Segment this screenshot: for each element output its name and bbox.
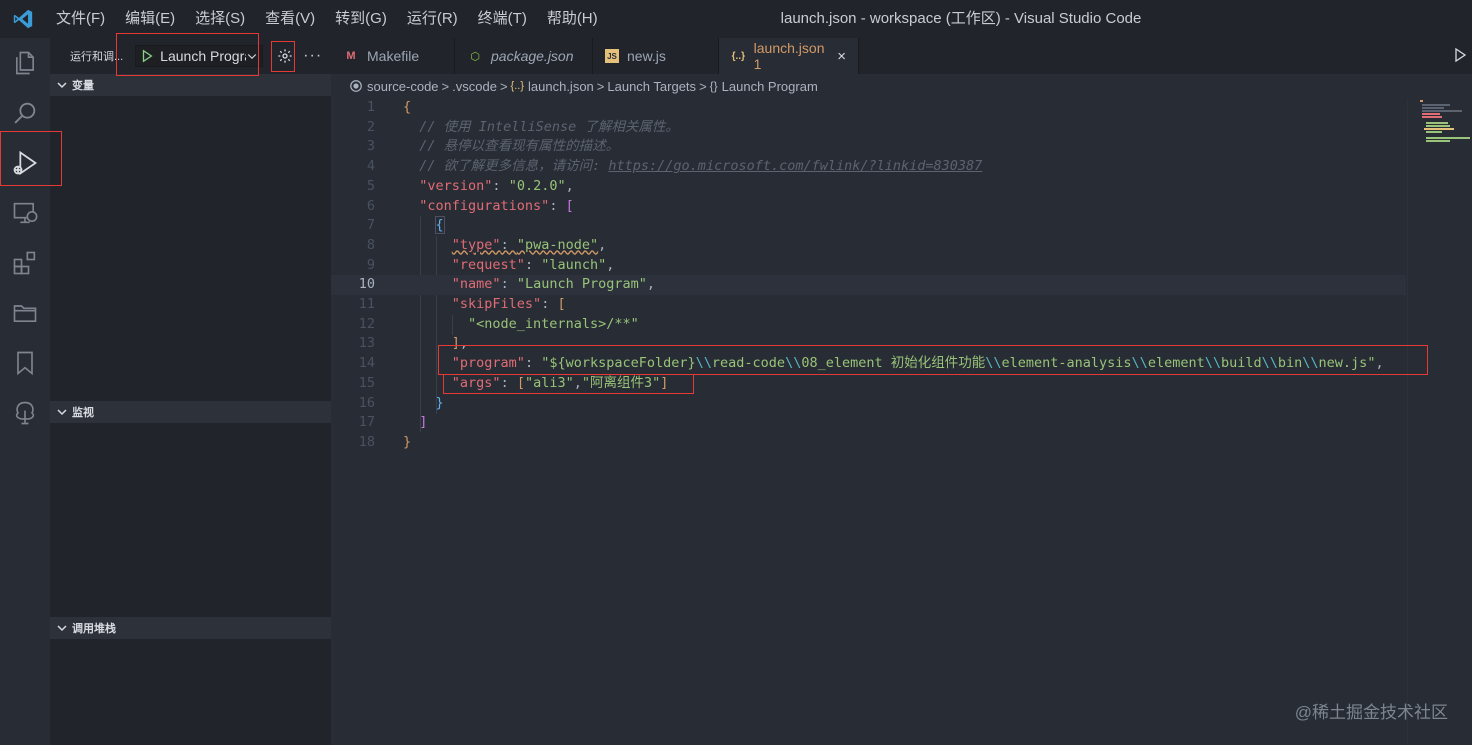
activity-bar <box>0 38 50 745</box>
extensions-icon[interactable] <box>0 238 50 288</box>
vscode-logo-icon <box>0 0 46 38</box>
run-debug-icon[interactable] <box>0 138 50 188</box>
breadcrumb-sep: > <box>596 78 605 94</box>
menu-goto[interactable]: 转到(G) <box>325 0 397 38</box>
tree-icon[interactable] <box>0 388 50 438</box>
menu-bar: 文件(F) 编辑(E) 选择(S) 查看(V) 转到(G) 运行(R) 终端(T… <box>46 0 608 38</box>
breadcrumb-item[interactable]: Launch Program <box>722 79 818 94</box>
tab-label: launch.json 1 <box>753 40 825 72</box>
menu-edit[interactable]: 编辑(E) <box>115 0 185 38</box>
chevron-down-icon <box>57 82 67 89</box>
search-icon[interactable] <box>0 88 50 138</box>
chevron-down-icon <box>57 625 67 632</box>
breadcrumb-item[interactable]: launch.json <box>528 79 594 94</box>
watermark: @稀土掘金技术社区 <box>1294 703 1448 722</box>
gear-icon[interactable] <box>275 46 295 66</box>
docs-link[interactable]: https://go.microsoft.com/fwlink/?linkid=… <box>608 158 982 174</box>
tab-label: Makefile <box>367 48 420 64</box>
breadcrumb-item[interactable]: source-code <box>367 79 439 94</box>
breadcrumb-item[interactable]: Launch Targets <box>607 79 696 94</box>
code-line: 5 "version": "0.2.0", <box>366 177 574 194</box>
menu-run[interactable]: 运行(R) <box>397 0 468 38</box>
code-line: 8 "type": "pwa-node", <box>366 236 607 253</box>
code-line: 16 } <box>358 394 444 411</box>
menu-selection[interactable]: 选择(S) <box>185 0 255 38</box>
menu-view[interactable]: 查看(V) <box>255 0 325 38</box>
section-watch[interactable]: 监视 <box>50 401 331 423</box>
json-icon: {..} <box>731 50 745 62</box>
code-line: 11 "skipFiles": [ <box>358 296 566 312</box>
sidebar-header: 运行和调... Launch Program ··· <box>50 38 331 74</box>
code-line: 7 { <box>366 216 445 235</box>
tab-makefile[interactable]: M Makefile <box>331 38 455 74</box>
code-line: 14 "program": "${workspaceFolder}\\read-… <box>358 355 1384 372</box>
watch-panel <box>50 423 331 617</box>
code-line: 17 ] <box>358 414 428 431</box>
folder-icon[interactable] <box>0 288 50 338</box>
variables-panel <box>50 96 331 401</box>
code-line: 18} <box>358 433 412 450</box>
code-editor[interactable]: 1{ 2 // 使用 IntelliSense 了解相关属性。 3 // 悬停以… <box>331 98 1472 745</box>
target-icon <box>350 80 362 92</box>
tab-launch-json[interactable]: {..} launch.json 1 × <box>719 38 859 74</box>
breadcrumb: source-code > .vscode > {..} launch.json… <box>331 74 1472 98</box>
code-line: 2 // 使用 IntelliSense 了解相关属性。 <box>366 118 679 135</box>
breadcrumb-sep: > <box>441 78 450 94</box>
run-file-icon[interactable] <box>1452 47 1468 63</box>
tab-label: package.json <box>491 48 574 64</box>
code-line: 13 ], <box>358 335 469 352</box>
explorer-icon[interactable] <box>0 38 50 88</box>
call-stack-panel <box>50 639 331 745</box>
breadcrumb-sep: > <box>699 78 707 94</box>
menu-help[interactable]: 帮助(H) <box>537 0 608 38</box>
minimap[interactable] <box>1407 98 1472 745</box>
close-icon[interactable]: × <box>837 48 846 65</box>
more-actions-button[interactable]: ··· <box>303 47 322 65</box>
tab-new-js[interactable]: JS new.js <box>593 38 719 74</box>
tab-label: new.js <box>627 48 666 64</box>
menu-terminal[interactable]: 终端(T) <box>468 0 537 38</box>
chevron-down-icon <box>248 54 257 60</box>
section-watch-label: 监视 <box>72 407 94 419</box>
launch-config-select[interactable]: Launch Program <box>135 45 264 67</box>
breadcrumb-sep: > <box>499 78 508 94</box>
code-line-current: 10 "name": "Launch Program", <box>331 275 1406 295</box>
menu-file[interactable]: 文件(F) <box>46 0 115 38</box>
code-line: 6 "configurations": [ <box>366 197 574 214</box>
javascript-icon: JS <box>605 49 619 63</box>
object-icon: {} <box>709 79 718 93</box>
sidebar-title: 运行和调... <box>70 51 124 63</box>
section-variables-label: 变量 <box>72 80 94 92</box>
makefile-icon: M <box>346 50 356 62</box>
debug-sidebar: 运行和调... Launch Program ··· 变量 监视 调用堆栈 <box>50 38 331 745</box>
launch-config-label: Launch Program <box>160 48 246 64</box>
breadcrumb-item[interactable]: .vscode <box>452 79 497 94</box>
section-call-stack[interactable]: 调用堆栈 <box>50 617 331 639</box>
play-icon[interactable] <box>140 49 154 63</box>
code-line: 4 // 欲了解更多信息，请访问: https://go.microsoft.c… <box>366 158 983 175</box>
chevron-down-icon <box>57 409 67 416</box>
section-call-stack-label: 调用堆栈 <box>72 623 116 635</box>
code-line: 15 "args": ["ali3","阿离组件3"] <box>358 374 669 391</box>
code-line: 1{ <box>366 99 412 115</box>
remote-explorer-icon[interactable] <box>0 188 50 238</box>
bookmark-icon[interactable] <box>0 338 50 388</box>
node-icon: ⬡ <box>470 50 480 63</box>
json-icon: {..} <box>510 80 525 92</box>
tab-package-json[interactable]: ⬡ package.json <box>455 38 593 74</box>
editor-tabs: M Makefile ⬡ package.json JS new.js {..}… <box>331 38 1472 74</box>
code-line: 9 "request": "launch", <box>366 256 615 273</box>
title-bar: 文件(F) 编辑(E) 选择(S) 查看(V) 转到(G) 运行(R) 终端(T… <box>0 0 1472 38</box>
code-line: 12 "<node_internals>/**" <box>358 315 639 332</box>
code-line: 3 // 悬停以查看现有属性的描述。 <box>366 138 620 155</box>
section-variables[interactable]: 变量 <box>50 74 331 96</box>
